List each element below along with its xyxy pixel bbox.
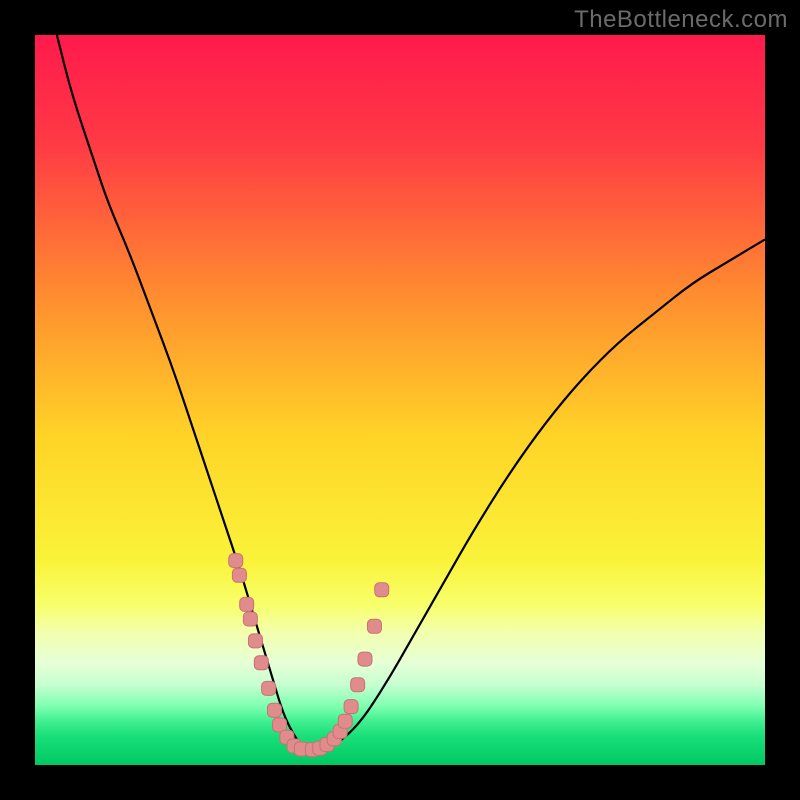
data-marker <box>243 612 257 626</box>
data-marker <box>240 597 254 611</box>
watermark-text: TheBottleneck.com <box>574 6 788 34</box>
data-marker <box>254 656 268 670</box>
data-marker <box>229 554 243 568</box>
data-marker <box>273 718 287 732</box>
data-marker <box>338 714 352 728</box>
data-marker <box>232 568 246 582</box>
data-marker <box>358 652 372 666</box>
plot-area <box>35 35 765 765</box>
data-marker <box>375 583 389 597</box>
data-marker <box>351 678 365 692</box>
data-marker <box>344 700 358 714</box>
data-marker <box>367 619 381 633</box>
data-marker <box>267 703 281 717</box>
data-marker <box>248 634 262 648</box>
chart-svg <box>35 35 765 765</box>
chart-frame: { "watermark": "TheBottleneck.com", "col… <box>0 0 800 800</box>
gradient-background <box>35 35 765 765</box>
data-marker <box>262 681 276 695</box>
